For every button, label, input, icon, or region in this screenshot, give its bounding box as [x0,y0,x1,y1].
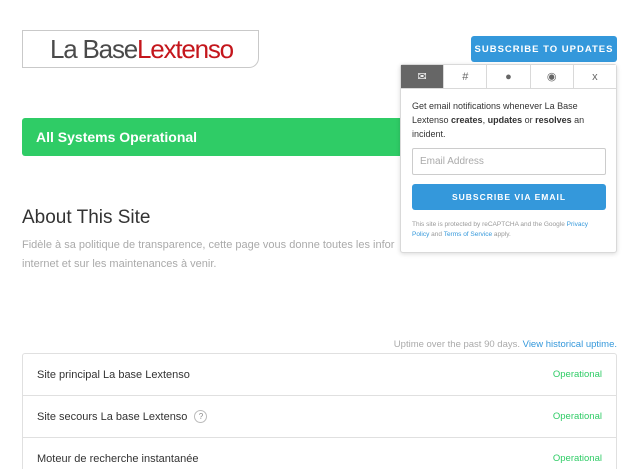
component-name-text: Site secours La base Lextenso [37,410,188,423]
tab-webhook[interactable]: ● [487,65,531,88]
desc-creates: creates [451,115,483,125]
subscribe-to-updates-button[interactable]: SUBSCRIBE TO UPDATES [471,36,617,62]
logo[interactable]: La Base Lextenso [22,30,259,68]
recaptcha-and: and [429,231,444,238]
component-name: Moteur de recherche instantanée [37,453,198,465]
recaptcha-end: apply. [492,231,511,238]
recaptcha-text: This site is protected by reCAPTCHA and … [412,221,565,228]
subscribe-popup: ✉ # ● ◉ x Get email notifications whenev… [400,64,617,253]
tab-email[interactable]: ✉ [401,65,445,88]
chat-bubble-icon: ● [505,70,512,83]
tab-rss[interactable]: ◉ [530,65,574,88]
desc-resolves: resolves [535,115,572,125]
rss-icon: ◉ [546,71,557,83]
subscribe-tabs: ✉ # ● ◉ x [401,65,617,89]
terms-of-service-link[interactable]: Terms of Service [444,231,492,238]
uptime-note-text: Uptime over the past 90 days. [393,339,521,350]
popup-body: Get email notifications whenever La Base… [401,89,616,250]
help-icon[interactable]: ? [194,410,208,423]
slack-icon: # [462,70,469,83]
component-row: Site secours La base Lextenso? Operation… [23,396,616,438]
component-row: Site principal La base Lextenso Operatio… [23,354,616,396]
status-text: All Systems Operational [36,129,198,145]
component-name-text: Site principal La base Lextenso [37,368,190,381]
view-historical-uptime-link[interactable]: View historical uptime. [523,339,617,350]
envelope-icon: ✉ [417,71,427,83]
recaptcha-notice: This site is protected by reCAPTCHA and … [412,220,605,240]
status-banner: All Systems Operational [22,118,442,156]
about-text-line2: internet et sur les maintenances à venir… [22,258,217,270]
component-name: Site secours La base Lextenso? [37,410,208,423]
component-name: Site principal La base Lextenso [37,369,190,381]
desc-sep2: or [522,115,536,125]
component-status: Operational [552,411,602,422]
component-row: Moteur de recherche instantanée Operatio… [23,438,616,469]
component-status: Operational [552,453,602,464]
subscribe-via-email-button[interactable]: SUBSCRIBE VIA EMAIL [412,184,606,210]
email-field[interactable] [412,148,606,175]
uptime-note: Uptime over the past 90 days. View histo… [394,339,617,350]
close-icon: x [592,70,598,83]
component-name-text: Moteur de recherche instantanée [37,452,199,465]
logo-text-la-base: La Base [50,34,138,64]
logo-text-lextenso: Lextenso [137,34,234,64]
tab-slack[interactable]: # [444,65,488,88]
close-popup-button[interactable]: x [573,65,617,88]
desc-updates: updates [487,115,523,125]
about-title: About This Site [22,207,151,228]
component-status: Operational [552,369,602,380]
components-list: Site principal La base Lextenso Operatio… [22,353,617,469]
popup-description: Get email notifications whenever La Base… [412,99,605,141]
